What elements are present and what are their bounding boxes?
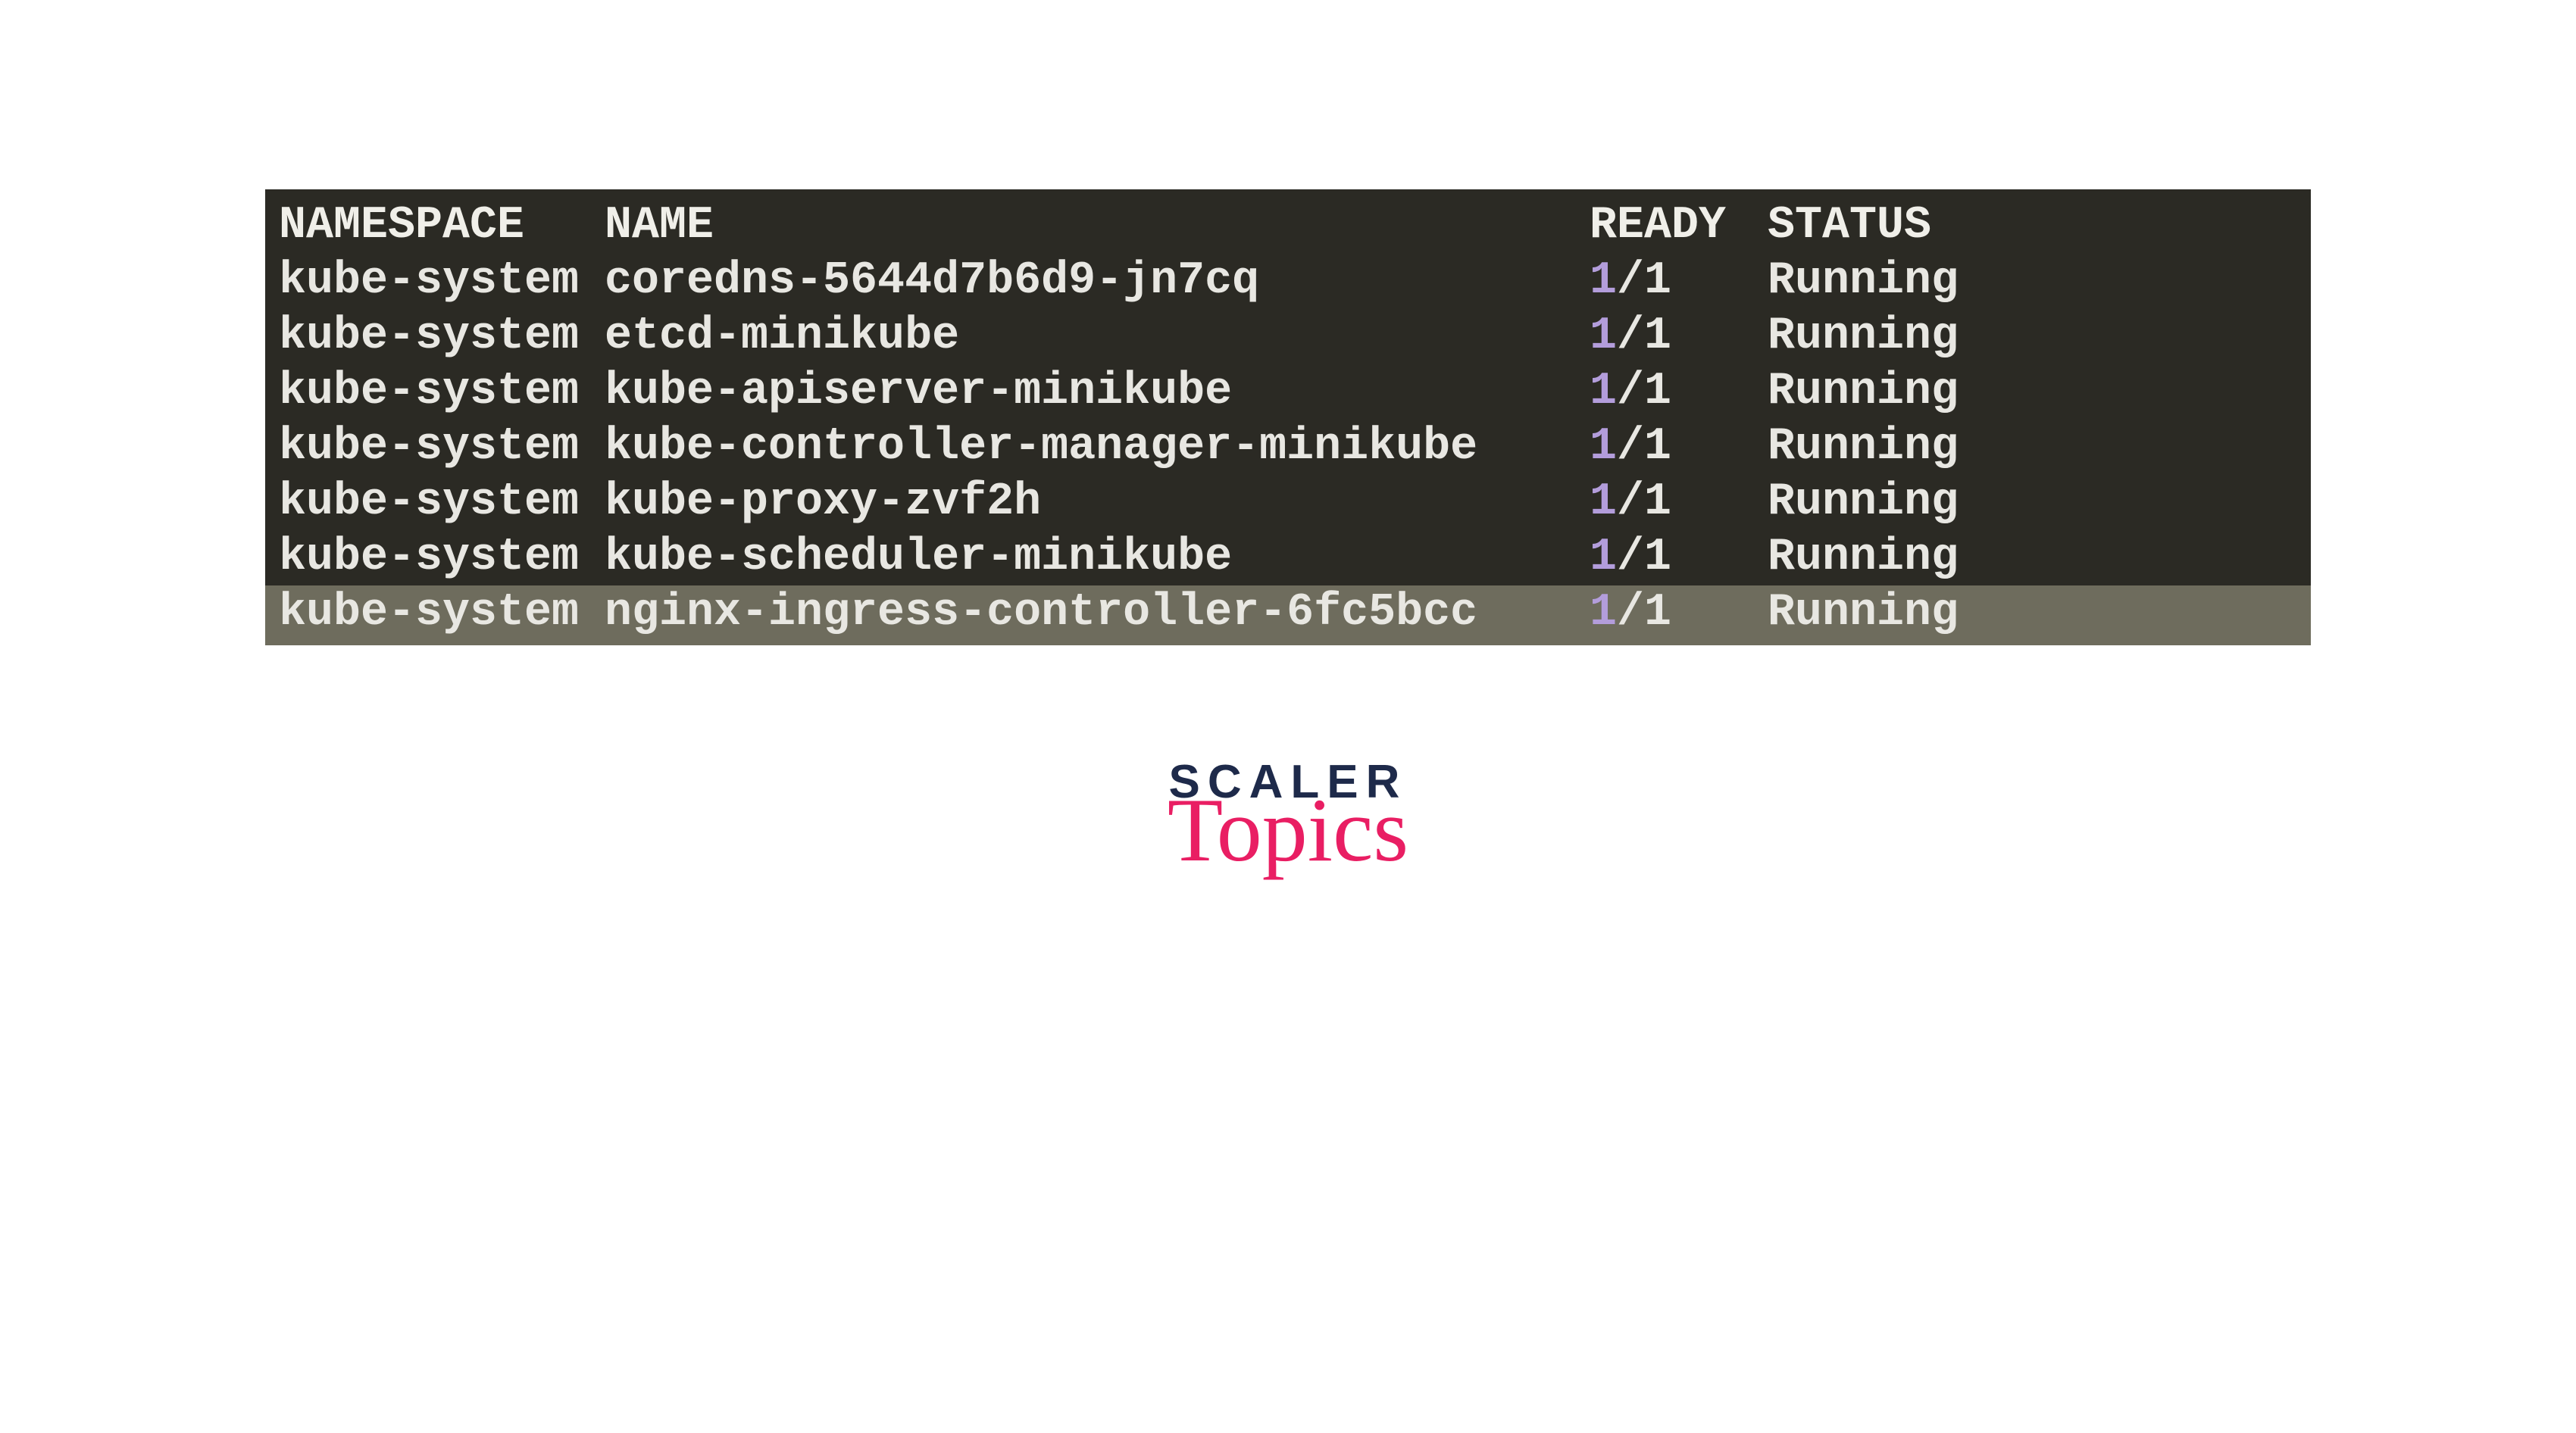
table-row: kube-systemnginx-ingress-controller-6fc5… xyxy=(265,585,2311,645)
scaler-topics-logo: SCALER Topics xyxy=(1168,759,1408,876)
cell-ready: 1/1 xyxy=(1590,421,1768,473)
cell-ready: 1/1 xyxy=(1590,532,1768,584)
cell-ready: 1/1 xyxy=(1590,366,1768,418)
table-row: kube-systemkube-proxy-zvf2h1/1Running xyxy=(279,475,2297,530)
table-row: kube-systemkube-apiserver-minikube1/1Run… xyxy=(279,364,2297,420)
cell-namespace: kube-system xyxy=(279,476,605,529)
header-namespace: NAMESPACE xyxy=(279,200,605,252)
cell-status: Running xyxy=(1768,255,1959,308)
cell-ready: 1/1 xyxy=(1590,255,1768,308)
cell-namespace: kube-system xyxy=(279,311,605,363)
cell-status: Running xyxy=(1768,311,1959,363)
cell-namespace: kube-system xyxy=(279,255,605,308)
cell-ready: 1/1 xyxy=(1590,476,1768,529)
header-name: NAME xyxy=(605,200,1590,252)
ready-count: 1 xyxy=(1590,311,1617,362)
ready-slash: / xyxy=(1617,587,1644,638)
ready-count: 1 xyxy=(1590,476,1617,528)
logo-text-topics: Topics xyxy=(1168,785,1408,876)
cell-name: kube-controller-manager-minikube xyxy=(605,421,1590,473)
ready-slash: / xyxy=(1617,532,1644,583)
ready-total: 1 xyxy=(1644,255,1671,307)
cell-name: nginx-ingress-controller-6fc5bcc xyxy=(605,587,1590,639)
ready-total: 1 xyxy=(1644,366,1671,417)
table-row: kube-systemcoredns-5644d7b6d9-jn7cq1/1Ru… xyxy=(279,254,2297,309)
header-status: STATUS xyxy=(1768,200,1931,252)
ready-slash: / xyxy=(1617,366,1644,417)
ready-total: 1 xyxy=(1644,587,1671,638)
cell-name: kube-proxy-zvf2h xyxy=(605,476,1590,529)
cell-status: Running xyxy=(1768,421,1959,473)
cell-name: kube-scheduler-minikube xyxy=(605,532,1590,584)
table-row: kube-systemetcd-minikube1/1Running xyxy=(279,309,2297,364)
cell-status: Running xyxy=(1768,532,1959,584)
table-header-row: NAMESPACE NAME READY STATUS xyxy=(279,195,2297,254)
cell-name: coredns-5644d7b6d9-jn7cq xyxy=(605,255,1590,308)
table-row: kube-systemkube-scheduler-minikube1/1Run… xyxy=(279,530,2297,585)
cell-status: Running xyxy=(1768,587,1959,639)
terminal-output: NAMESPACE NAME READY STATUS kube-systemc… xyxy=(265,189,2311,645)
ready-slash: / xyxy=(1617,311,1644,362)
header-ready: READY xyxy=(1590,200,1768,252)
ready-total: 1 xyxy=(1644,311,1671,362)
cell-ready: 1/1 xyxy=(1590,587,1768,639)
table-row: kube-systemkube-controller-manager-minik… xyxy=(279,420,2297,475)
ready-count: 1 xyxy=(1590,421,1617,473)
cell-namespace: kube-system xyxy=(279,532,605,584)
ready-total: 1 xyxy=(1644,532,1671,583)
cell-namespace: kube-system xyxy=(279,587,605,639)
cell-name: kube-apiserver-minikube xyxy=(605,366,1590,418)
ready-count: 1 xyxy=(1590,532,1617,583)
cell-ready: 1/1 xyxy=(1590,311,1768,363)
cell-namespace: kube-system xyxy=(279,421,605,473)
ready-slash: / xyxy=(1617,476,1644,528)
cell-namespace: kube-system xyxy=(279,366,605,418)
ready-slash: / xyxy=(1617,421,1644,473)
ready-count: 1 xyxy=(1590,366,1617,417)
ready-slash: / xyxy=(1617,255,1644,307)
cell-name: etcd-minikube xyxy=(605,311,1590,363)
ready-count: 1 xyxy=(1590,587,1617,638)
ready-total: 1 xyxy=(1644,421,1671,473)
cell-status: Running xyxy=(1768,366,1959,418)
cell-status: Running xyxy=(1768,476,1959,529)
ready-count: 1 xyxy=(1590,255,1617,307)
ready-total: 1 xyxy=(1644,476,1671,528)
